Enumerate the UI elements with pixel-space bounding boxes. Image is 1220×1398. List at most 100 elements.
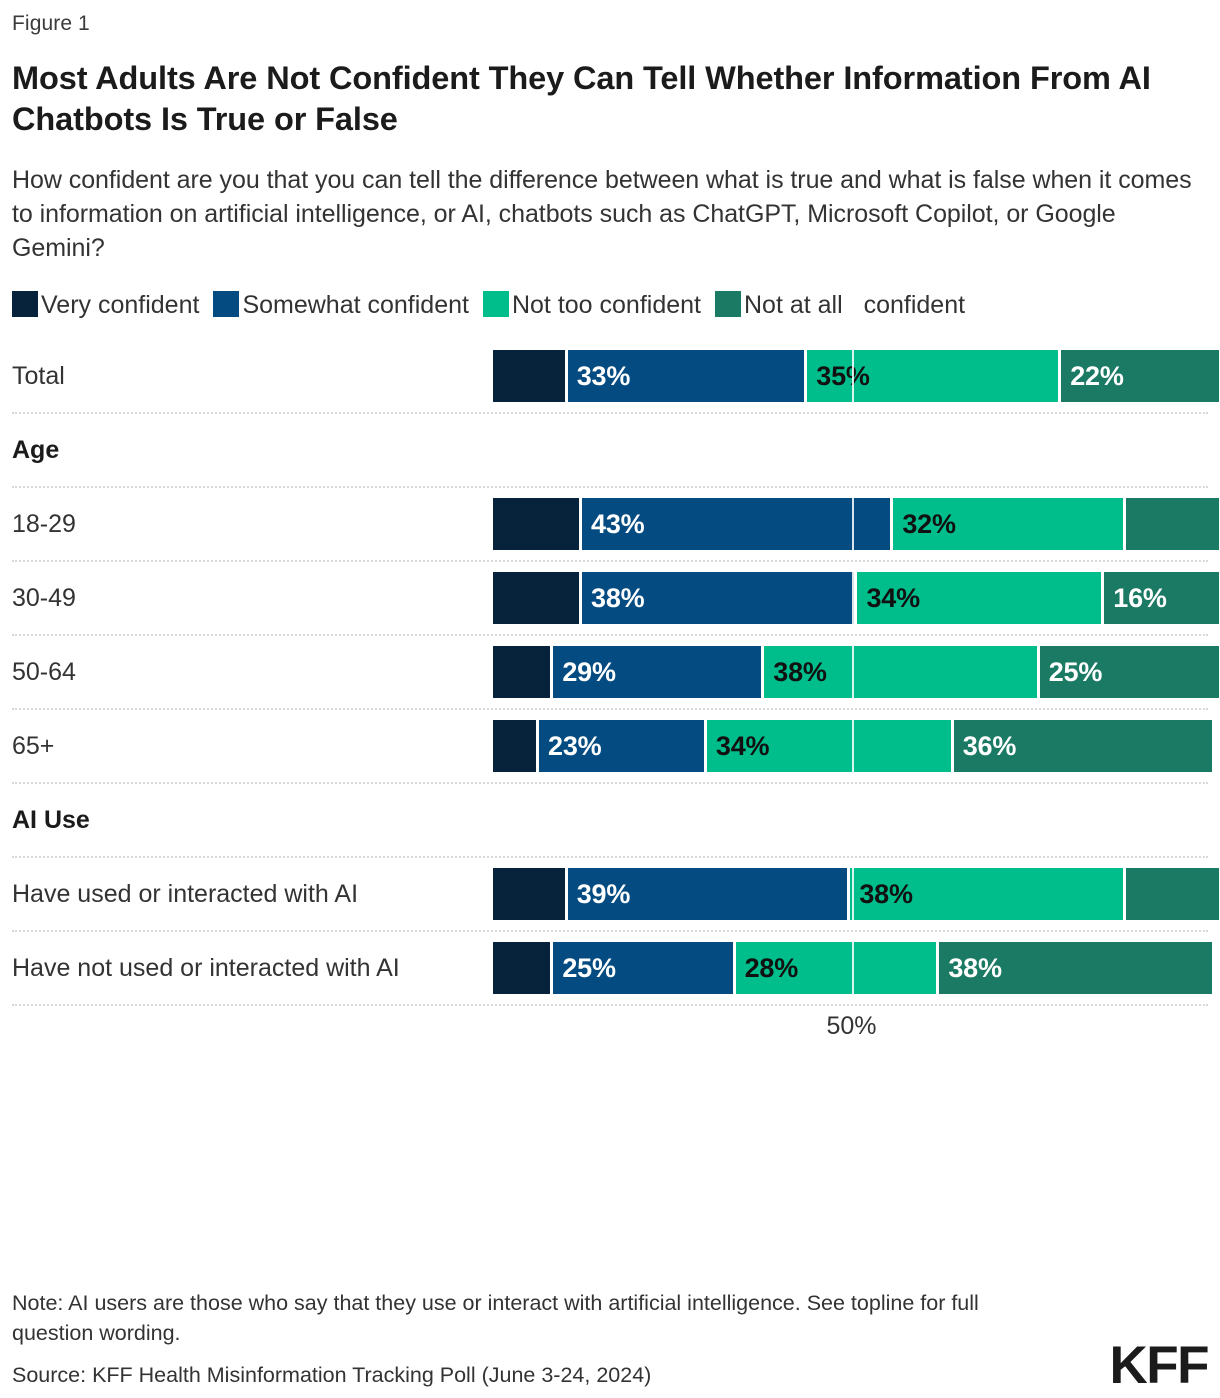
row-label: Age bbox=[12, 435, 60, 464]
legend-item-label: Very confident bbox=[41, 290, 200, 319]
chart-title: Most Adults Are Not Confident They Can T… bbox=[12, 60, 1151, 138]
legend-swatch-icon bbox=[213, 290, 240, 317]
chart-row: Total 33% 35% 22% bbox=[12, 340, 1219, 415]
bar-segment-value: 29% bbox=[562, 656, 616, 687]
legend-swatch-icon bbox=[482, 290, 509, 317]
bar-segment[interactable]: 34% bbox=[857, 572, 1102, 625]
bar-segment[interactable]: 39% bbox=[567, 868, 848, 921]
bar-segment[interactable] bbox=[493, 646, 551, 699]
chart-axis-row: 50% bbox=[12, 1006, 1208, 1054]
row-bar-area: 23% 34% 36% bbox=[493, 710, 1212, 783]
bar-segment[interactable]: 38% bbox=[939, 942, 1212, 995]
axis-tick-label-50: 50% bbox=[826, 1012, 877, 1041]
bar-segment[interactable]: 36% bbox=[953, 720, 1212, 773]
axis-tick-area: 50% bbox=[493, 1006, 1208, 1054]
bar-segment[interactable] bbox=[493, 350, 565, 403]
bar-segment-value: 36% bbox=[962, 730, 1017, 761]
chart-row: 65+ 23% 34% 36% bbox=[12, 710, 1212, 785]
stacked-bar: 29% 38% 25% bbox=[493, 646, 1219, 699]
bar-segment[interactable] bbox=[493, 498, 580, 551]
bar-segment-value: 35% bbox=[816, 360, 870, 391]
row-label: 65+ bbox=[12, 731, 55, 760]
chart-row: 50-64 29% 38% 25% bbox=[12, 636, 1219, 711]
row-bar-area: 29% 38% 25% bbox=[493, 636, 1219, 709]
chart-row: Have not used or interacted with AI 25% 28… bbox=[12, 932, 1212, 1007]
bar-segment[interactable]: 28% bbox=[735, 942, 937, 995]
legend-item-label: Not too confident bbox=[511, 290, 701, 319]
bar-segment[interactable]: 43% bbox=[582, 498, 891, 551]
chart-row: Have used or interacted with AI 39% 38% bbox=[12, 858, 1219, 933]
bar-segment[interactable] bbox=[493, 720, 537, 773]
bar-segment[interactable]: 25% bbox=[1039, 646, 1219, 699]
bar-segment[interactable]: 35% bbox=[807, 350, 1059, 403]
stacked-bar: 39% 38% bbox=[493, 868, 1219, 921]
bar-segment-value: 38% bbox=[773, 656, 827, 687]
stacked-bar: 23% 34% 36% bbox=[493, 720, 1212, 773]
legend-item-label: Not at all bbox=[743, 290, 850, 319]
row-label: 50-64 bbox=[12, 657, 76, 686]
bar-segment-value: 38% bbox=[591, 582, 645, 613]
bar-segment[interactable]: 32% bbox=[893, 498, 1123, 551]
legend-item-label-wrap: confident bbox=[863, 290, 966, 319]
chart-group-header: AI Use bbox=[12, 784, 1208, 859]
row-label: Have not used or interacted with AI bbox=[12, 953, 400, 982]
row-bar-area: 33% 35% 22% bbox=[493, 340, 1219, 413]
bar-segment[interactable] bbox=[493, 942, 551, 995]
row-label: 18-29 bbox=[12, 509, 76, 538]
row-bar-area: 25% 28% 38% bbox=[493, 932, 1212, 1005]
legend-item-1[interactable]: Somewhat confident bbox=[213, 290, 469, 319]
legend-swatch-icon bbox=[714, 290, 741, 317]
legend-item-2[interactable]: Not too confident bbox=[482, 290, 701, 319]
bar-segment-value: 25% bbox=[562, 952, 616, 983]
bar-segment[interactable] bbox=[493, 572, 580, 625]
chart-subtitle: How confident are you that you can tell … bbox=[12, 165, 1192, 262]
bar-segment-value: 33% bbox=[576, 360, 631, 391]
bar-segment-value: 38% bbox=[948, 952, 1002, 983]
bar-segment-value: 34% bbox=[866, 582, 920, 613]
row-bar-area bbox=[493, 784, 1208, 856]
figure-footer: Note: AI users are those who say that th… bbox=[12, 1288, 1209, 1392]
legend-item-3[interactable]: Not at all bbox=[714, 290, 850, 319]
bar-segment-value: 16% bbox=[1113, 582, 1167, 613]
stacked-bar: 33% 35% 22% bbox=[493, 350, 1219, 403]
bar-segment-value: 38% bbox=[859, 878, 913, 909]
kff-logo: KFF bbox=[1109, 1336, 1209, 1395]
row-label: Have used or interacted with AI bbox=[12, 879, 359, 908]
chart-row: 18-29 43% 32% bbox=[12, 488, 1219, 563]
bar-segment[interactable]: 29% bbox=[553, 646, 762, 699]
chart-plot-area: Total 33% 35% 22% Age 18-29 43% 32% 30-49 38% 34% 1… bbox=[12, 340, 1219, 1054]
bar-segment-value: 43% bbox=[591, 508, 645, 539]
bar-segment[interactable]: 22% bbox=[1061, 350, 1219, 403]
row-bar-area: 43% 32% bbox=[493, 488, 1219, 561]
row-label: Total bbox=[12, 361, 65, 390]
bar-segment[interactable]: 33% bbox=[567, 350, 805, 403]
bar-segment[interactable]: 38% bbox=[850, 868, 1123, 921]
bar-segment[interactable]: 23% bbox=[539, 720, 704, 773]
figure-number: Figure 1 bbox=[12, 12, 90, 35]
bar-segment[interactable] bbox=[1125, 868, 1219, 921]
bar-segment[interactable] bbox=[1125, 498, 1219, 551]
bar-segment-value: 23% bbox=[548, 730, 602, 761]
bar-segment[interactable]: 38% bbox=[764, 646, 1037, 699]
stacked-bar: 25% 28% 38% bbox=[493, 942, 1212, 995]
stacked-bar: 38% 34% 16% bbox=[493, 572, 1219, 625]
legend-item-0[interactable]: Very confident bbox=[12, 290, 200, 319]
bar-segment[interactable]: 16% bbox=[1104, 572, 1219, 625]
bar-segment-value: 28% bbox=[744, 952, 799, 983]
bar-segment[interactable]: 38% bbox=[582, 572, 855, 625]
bar-segment-value: 22% bbox=[1070, 360, 1124, 391]
bar-segment-value: 39% bbox=[576, 878, 631, 909]
bar-segment[interactable]: 34% bbox=[706, 720, 951, 773]
figure-container: Figure 1 Most Adults Are Not Confident T… bbox=[0, 0, 1220, 1398]
row-label: AI Use bbox=[12, 805, 90, 834]
chart-row: 30-49 38% 34% 16% bbox=[12, 562, 1219, 637]
bar-segment-value: 25% bbox=[1048, 656, 1103, 687]
bar-segment[interactable] bbox=[493, 868, 565, 921]
footer-source: Source: KFF Health Misinformation Tracki… bbox=[12, 1363, 652, 1387]
chart-legend: Very confident Somewhat confident Not too … bbox=[12, 287, 1208, 325]
stacked-bar: 43% 32% bbox=[493, 498, 1219, 551]
legend-swatch-icon bbox=[12, 290, 38, 317]
row-bar-area: 39% 38% bbox=[493, 858, 1219, 931]
row-bar-area bbox=[493, 414, 1208, 486]
bar-segment[interactable]: 25% bbox=[553, 942, 733, 995]
